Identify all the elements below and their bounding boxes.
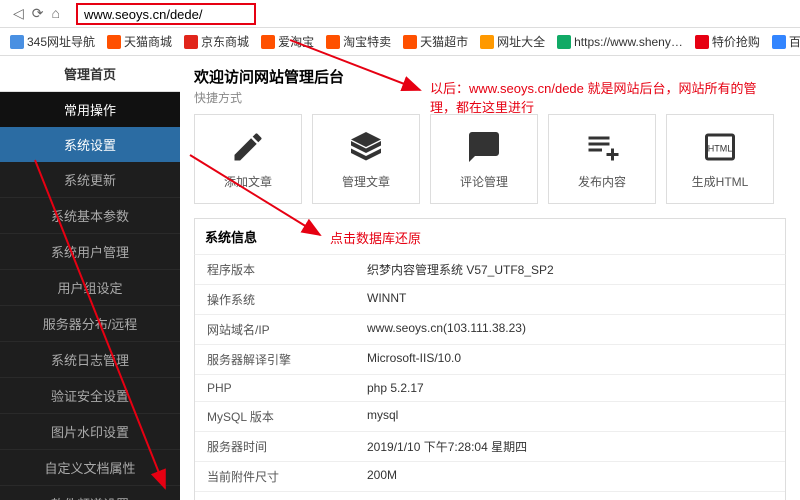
bookmark-item[interactable]: 网址大全 [475,33,550,50]
list-add-icon [584,129,620,165]
info-row: 程序版本织梦内容管理系统 V57_UTF8_SP2 [195,255,785,285]
comment-icon [466,129,502,165]
sidebar-header[interactable]: 管理首页 [0,56,180,92]
pencil-icon [230,129,266,165]
system-info-title: 系统信息 [194,218,786,255]
quickway-label: 快捷方式 [194,89,786,106]
card-comments[interactable]: 评论管理 [430,114,538,204]
sidebar-item[interactable]: 系统用户管理 [0,234,180,270]
info-row: PHPphp 5.2.17 [195,375,785,402]
sidebar-item[interactable]: 自定义文档属性 [0,450,180,486]
info-row: 当前附件尺寸200M [195,462,785,492]
stack-icon [348,129,384,165]
info-row: 网站域名/IPwww.seoys.cn(103.111.38.23) [195,315,785,345]
card-generate-html[interactable]: HTML生成HTML [666,114,774,204]
info-row: 服务器解译引擎Microsoft-IIS/10.0 [195,345,785,375]
back-icon[interactable]: ◁ [13,5,24,22]
system-info-table: 程序版本织梦内容管理系统 V57_UTF8_SP2 操作系统WINNT 网站域名… [194,255,786,500]
card-publish[interactable]: 发布内容 [548,114,656,204]
bookmark-item[interactable]: 百度一下 [767,33,800,50]
info-row: 服务器语言zh-CN,zh;q=0.8 [195,492,785,500]
card-add-article[interactable]: 添加文章 [194,114,302,204]
browser-toolbar: ◁ ⟳ ⌂ www.seoys.cn/dede/ [0,0,800,28]
sidebar-section-common[interactable]: 常用操作 [0,92,180,127]
sidebar-item[interactable]: 系统更新 [0,162,180,198]
sidebar: 管理首页 常用操作 系统设置 系统更新 系统基本参数 系统用户管理 用户组设定 … [0,56,180,500]
svg-text:HTML: HTML [708,143,733,153]
bookmark-item[interactable]: 特价抢购 [690,33,765,50]
sidebar-item[interactable]: 软件频道设置 [0,486,180,500]
lock-icon [557,35,571,49]
bookmark-bar: 345网址导航 天猫商城 京东商城 爱淘宝 淘宝特卖 天猫超市 网址大全 htt… [0,28,800,56]
sidebar-item[interactable]: 服务器分布/远程 [0,306,180,342]
html-icon: HTML [702,129,738,165]
info-row: MySQL 版本mysql [195,402,785,432]
sidebar-item[interactable]: 图片水印设置 [0,414,180,450]
card-manage-article[interactable]: 管理文章 [312,114,420,204]
home-icon[interactable]: ⌂ [52,5,60,22]
bookmark-item[interactable]: 淘宝特卖 [321,33,396,50]
refresh-icon[interactable]: ⟳ [32,5,44,22]
info-row: 操作系统WINNT [195,285,785,315]
info-row: 服务器时间2019/1/10 下午7:28:04 星期四 [195,432,785,462]
bookmark-item[interactable]: 天猫超市 [398,33,473,50]
sidebar-item[interactable]: 系统日志管理 [0,342,180,378]
bookmark-item[interactable]: https://www.sheny… [552,35,688,49]
sidebar-item[interactable]: 用户组设定 [0,270,180,306]
bookmark-item[interactable]: 天猫商城 [102,33,177,50]
bookmark-item[interactable]: 京东商城 [179,33,254,50]
url-input[interactable]: www.seoys.cn/dede/ [76,3,256,25]
bookmark-item[interactable]: 345网址导航 [5,33,100,50]
main-content: 欢迎访问网站管理后台 快捷方式 添加文章 管理文章 评论管理 发布内容 HTML… [180,56,800,500]
page-title: 欢迎访问网站管理后台 [194,66,786,87]
bookmark-item[interactable]: 爱淘宝 [256,33,319,50]
sidebar-item[interactable]: 验证安全设置 [0,378,180,414]
sidebar-section-system[interactable]: 系统设置 [0,127,180,162]
sidebar-item[interactable]: 系统基本参数 [0,198,180,234]
